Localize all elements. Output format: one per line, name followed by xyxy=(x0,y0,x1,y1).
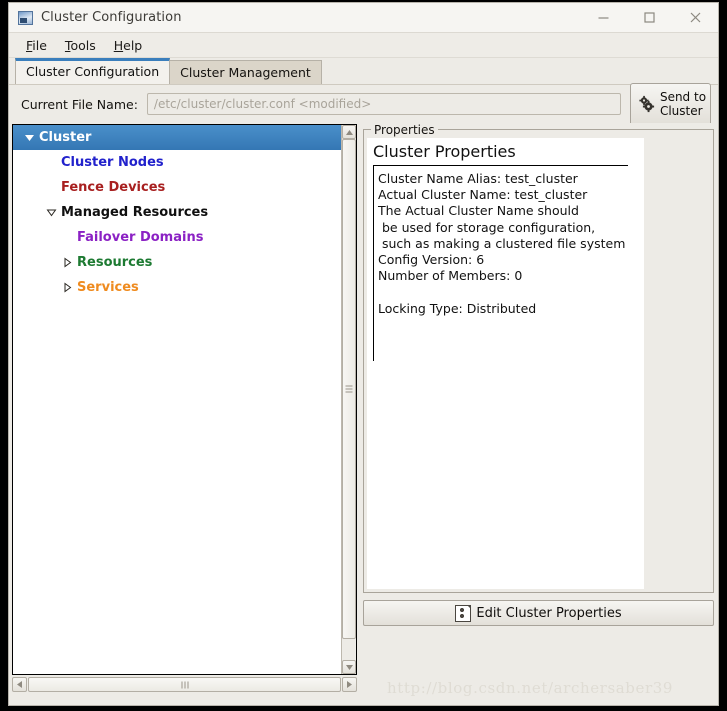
document-icon xyxy=(455,604,472,622)
scroll-down-button[interactable] xyxy=(342,660,356,674)
triangle-down-icon xyxy=(46,209,57,217)
tab-cluster-management[interactable]: Cluster Management xyxy=(169,60,322,84)
minimize-button[interactable] xyxy=(580,3,626,32)
tree-item-failover-domains[interactable]: Failover Domains xyxy=(13,225,341,250)
vertical-scroll-thumb[interactable] xyxy=(342,139,356,639)
tree-twisty-collapsed-icon[interactable] xyxy=(61,256,74,269)
current-file-label: Current File Name: xyxy=(21,96,138,112)
edit-cluster-properties-label: Edit Cluster Properties xyxy=(476,605,622,621)
scroll-right-button[interactable] xyxy=(342,677,357,692)
watermark-text: http://blog.csdn.net/archersaber39 xyxy=(387,679,674,697)
properties-pane: Properties Cluster Properties Cluster Na… xyxy=(363,123,714,705)
tree-item-services[interactable]: Services xyxy=(13,275,341,300)
menu-bar: File Tools Help xyxy=(9,33,718,58)
properties-groupbox-title: Properties xyxy=(371,123,438,137)
tree-item-label: Services xyxy=(77,280,139,295)
tree-twisty-expanded-icon[interactable] xyxy=(45,206,58,219)
tree-item-label: Cluster xyxy=(39,130,92,145)
chevron-right-icon xyxy=(347,681,352,688)
vertical-scroll-track[interactable] xyxy=(342,139,356,660)
close-icon xyxy=(690,12,700,23)
tree-item-managed-resources[interactable]: Managed Resources xyxy=(13,200,341,225)
menu-item-tools[interactable]: Tools xyxy=(56,36,105,55)
tree-item-fence-devices[interactable]: Fence Devices xyxy=(13,175,341,200)
app-icon xyxy=(18,10,33,25)
menu-item-file-rest: ile xyxy=(32,37,47,53)
grip-icon xyxy=(345,385,353,393)
triangle-right-icon xyxy=(64,282,72,293)
close-button[interactable] xyxy=(672,3,718,32)
tree-item-cluster[interactable]: Cluster xyxy=(13,125,341,150)
window-title: Cluster Configuration xyxy=(41,10,182,25)
tree-item-label: Failover Domains xyxy=(77,230,204,245)
tree-twisty-spacer xyxy=(45,181,58,194)
edit-cluster-properties-button[interactable]: Edit Cluster Properties xyxy=(363,600,714,626)
send-to-cluster-label-line1: Send to xyxy=(659,90,707,104)
properties-body-text: Cluster Name Alias: test_cluster Actual … xyxy=(373,166,644,361)
tree-item-label: Fence Devices xyxy=(61,180,166,195)
properties-content: Cluster Properties Cluster Name Alias: t… xyxy=(367,138,644,589)
tree-item-cluster-nodes[interactable]: Cluster Nodes xyxy=(13,150,341,175)
minimize-icon xyxy=(598,17,608,19)
tree-twisty-expanded-icon[interactable] xyxy=(23,131,36,144)
properties-groupbox: Properties Cluster Properties Cluster Na… xyxy=(363,123,714,593)
tree-item-label: Managed Resources xyxy=(61,205,209,220)
send-to-cluster-button[interactable]: Send to Cluster xyxy=(630,82,711,126)
chevron-left-icon xyxy=(17,681,22,688)
tree-item-label: Cluster Nodes xyxy=(61,155,164,170)
tree-twisty-spacer xyxy=(45,156,58,169)
tree-item-resources[interactable]: Resources xyxy=(13,250,341,275)
tab-strip: Cluster Configuration Cluster Management xyxy=(9,58,718,84)
maximize-icon xyxy=(643,12,655,23)
gears-icon xyxy=(639,95,655,113)
triangle-right-icon xyxy=(64,257,72,268)
properties-heading: Cluster Properties xyxy=(373,142,516,161)
scroll-up-button[interactable] xyxy=(342,125,356,139)
tab-cluster-configuration[interactable]: Cluster Configuration xyxy=(15,58,171,84)
tree-vertical-scrollbar[interactable] xyxy=(341,125,356,674)
triangle-down-icon xyxy=(25,135,34,141)
menu-item-help[interactable]: Help xyxy=(105,36,152,55)
horizontal-scroll-thumb[interactable] xyxy=(28,677,341,692)
title-bar: Cluster Configuration xyxy=(9,3,718,33)
current-file-row: Current File Name: /etc/cluster/cluster.… xyxy=(9,82,718,126)
chevron-down-icon xyxy=(345,664,353,670)
menu-item-tools-rest: ools xyxy=(70,37,96,53)
menu-item-help-rest: elp xyxy=(123,37,143,53)
tree-item-label: Resources xyxy=(77,255,153,270)
scroll-left-button[interactable] xyxy=(12,677,27,692)
grip-icon xyxy=(181,681,188,688)
tree-scroll-wrap: Cluster Cluster Nodes Fence Devices Managed… xyxy=(13,125,356,674)
send-to-cluster-label-line2: Cluster xyxy=(659,104,703,118)
tree-twisty-spacer xyxy=(61,231,74,244)
cluster-tree[interactable]: Cluster Cluster Nodes Fence Devices Managed… xyxy=(13,125,341,674)
app-window: Cluster Configuration File Tools Help Cl… xyxy=(8,2,719,706)
tree-twisty-collapsed-icon[interactable] xyxy=(61,281,74,294)
tree-horizontal-scrollbar[interactable] xyxy=(12,677,357,692)
maximize-button[interactable] xyxy=(626,3,672,32)
menu-item-file[interactable]: File xyxy=(17,36,56,55)
main-content: Cluster Cluster Nodes Fence Devices Managed… xyxy=(9,123,718,705)
cluster-tree-pane: Cluster Cluster Nodes Fence Devices Managed… xyxy=(12,124,357,675)
current-file-input[interactable]: /etc/cluster/cluster.conf <modified> xyxy=(146,93,621,115)
chevron-up-icon xyxy=(345,129,353,135)
